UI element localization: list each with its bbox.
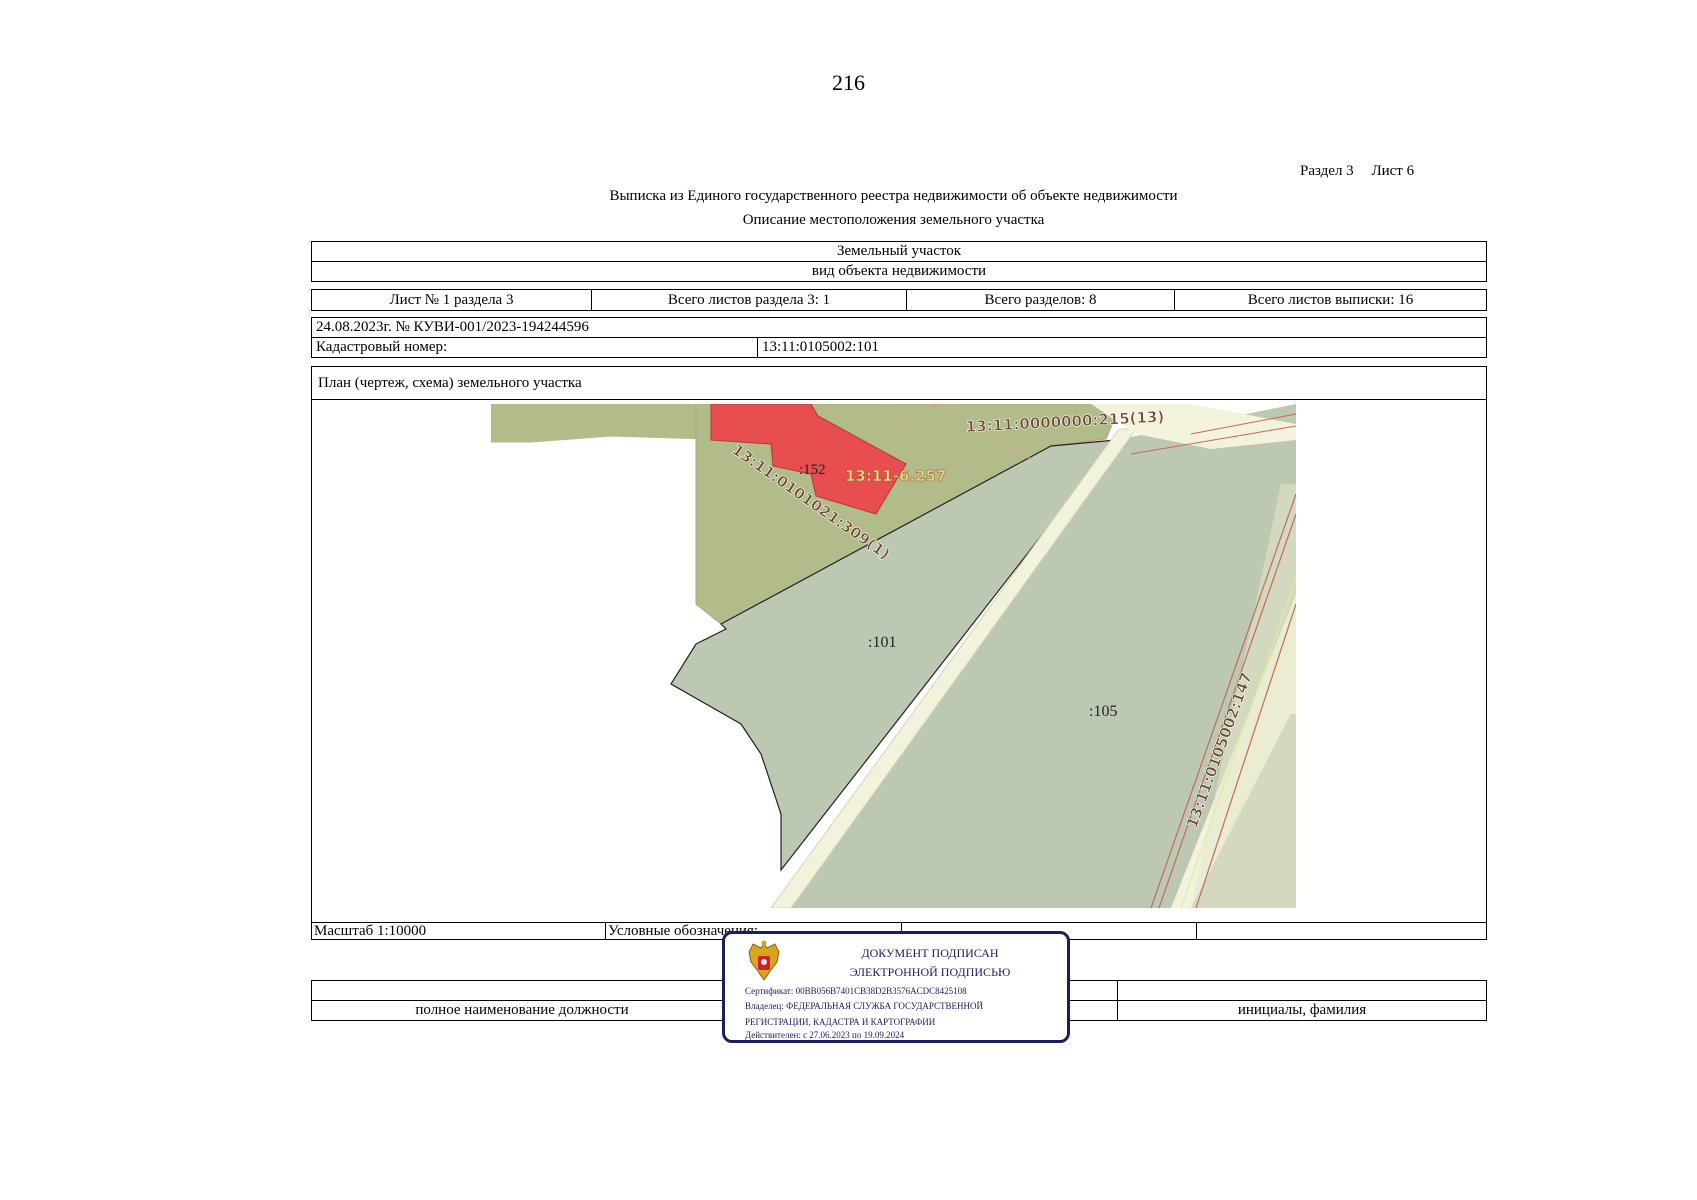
document-title: Выписка из Единого государственного реес… [609, 188, 1178, 204]
object-type-caption: вид объекта недвижимости [811, 263, 987, 279]
sheets-in-section: Всего листов раздела 3: 1 [591, 290, 906, 310]
russian-eagle-emblem-icon [748, 940, 780, 981]
signature-position-blank [312, 981, 732, 1000]
cadastral-map: 13:11:0000000:215(13) 13:11:0101021:309(… [491, 404, 1296, 908]
stamp-line-2: ЭЛЕКТРОННОЙ ПОДПИСЬЮ [849, 965, 1011, 979]
map-label-101: :101 [868, 634, 896, 651]
scale-label: Масштаб 1:10000 [314, 923, 427, 939]
stamp-line-1: ДОКУМЕНТ ПОДПИСАН [861, 946, 999, 960]
electronic-signature-stamp: ДОКУМЕНТ ПОДПИСАН ЭЛЕКТРОННОЙ ПОДПИСЬЮ С… [722, 931, 1070, 1043]
section-reference: Раздел 3 Лист 6 [1300, 163, 1414, 180]
sheet-info-row: Лист № 1 раздела 3 Всего листов раздела … [311, 289, 1487, 311]
legend-cell-empty-2 [1196, 923, 1486, 939]
map-label-6257: 13:11-6.257 [845, 467, 946, 485]
plan-heading: План (чертеж, схема) земельного участка [312, 367, 1486, 400]
object-type-value: Земельный участок [836, 243, 962, 259]
record-box: 24.08.2023г. № КУВИ-001/2023-194244596 К… [311, 317, 1487, 358]
sheets-total: Всего листов выписки: 16 [1174, 290, 1486, 310]
name-caption: инициалы, фамилия [1117, 1001, 1486, 1020]
stamp-owner-line-2: РЕГИСТРАЦИИ, КАДАСТРА И КАРТОГРАФИИ [745, 1017, 936, 1027]
page-number: 216 [832, 70, 865, 95]
map-area-top-left [491, 404, 717, 443]
cadastral-number-value: 13:11:0105002:101 [757, 338, 1486, 357]
map-label-152: :152 [799, 462, 826, 478]
stamp-certificate: Сертификат: 00BB056B7401CB38D2B3576ACDC8… [745, 986, 967, 996]
stamp-validity: Действителен: с 27.06.2023 по 19.09.2024 [745, 1030, 905, 1040]
sheet-number: Лист № 1 раздела 3 [389, 291, 514, 308]
cadastral-number-label: Кадастровый номер: [316, 339, 448, 355]
stamp-owner-line-1: Владелец: ФЕДЕРАЛЬНАЯ СЛУЖБА ГОСУДАРСТВЕ… [745, 1001, 984, 1011]
sections-total: Всего разделов: 8 [906, 290, 1174, 310]
sheet-label: Лист 6 [1371, 163, 1415, 179]
position-caption: полное наименование должности [415, 1002, 629, 1018]
signature-name-blank [1117, 981, 1486, 1000]
object-type-box: Земельный участок вид объекта недвижимос… [311, 241, 1487, 282]
record-date-number: 24.08.2023г. № КУВИ-001/2023-194244596 [316, 319, 589, 335]
map-label-105: :105 [1089, 703, 1117, 720]
section-label: Раздел 3 [1300, 163, 1354, 179]
document-subtitle: Описание местоположения земельного участ… [742, 212, 1045, 228]
